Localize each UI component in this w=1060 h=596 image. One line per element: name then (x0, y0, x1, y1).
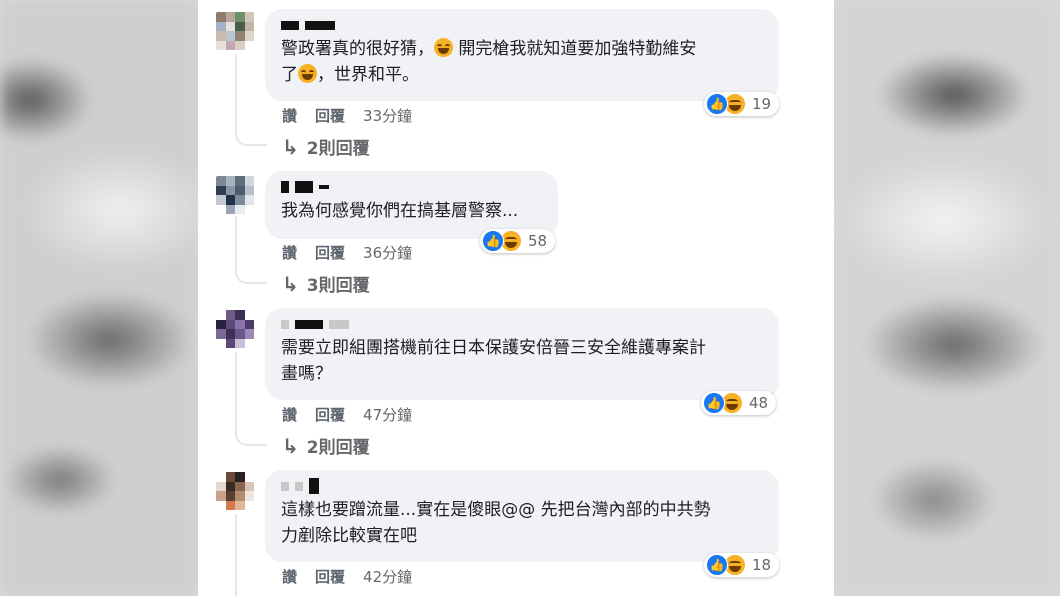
like-link[interactable]: 讚 (282, 105, 297, 126)
replies-count-label: 2則回覆 (306, 139, 370, 159)
reply-link[interactable]: 回覆 (315, 566, 345, 587)
view-replies-button[interactable]: ↳ 2則回覆 (282, 134, 370, 160)
rolling-laugh-emoji-icon (434, 38, 453, 57)
reply-arrow-icon: ↳ (282, 433, 299, 458)
timestamp[interactable]: 36分鐘 (363, 242, 412, 263)
comment-feed: 警政署真的很好猜， 開完槍我就知道要加強特勤維安了，世界和平。 👍 19 讚 回… (198, 0, 834, 596)
reaction-count: 18 (752, 556, 772, 574)
reaction-count: 19 (752, 95, 772, 113)
reaction-summary[interactable]: 👍 19 (704, 92, 780, 116)
comment-text: 警政署真的很好猜， 開完槍我就知道要加強特勤維安了，世界和平。 (281, 38, 697, 85)
like-link[interactable]: 讚 (282, 566, 297, 587)
replies-count-label: 3則回覆 (306, 276, 370, 296)
reply-link[interactable]: 回覆 (315, 242, 345, 263)
comment-text: 這樣也要蹭流量...實在是傻眼@@ 先把台灣內部的中共勢 力剷除比較實在吧 (281, 500, 711, 546)
reaction-summary[interactable]: 👍 58 (480, 229, 556, 253)
reply-link[interactable]: 回覆 (315, 105, 345, 126)
replies-count-label: 2則回覆 (306, 438, 370, 458)
thread-connector (235, 130, 267, 146)
reaction-summary[interactable]: 👍 48 (701, 391, 777, 415)
like-link[interactable]: 讚 (282, 404, 297, 425)
comment-bubble: 這樣也要蹭流量...實在是傻眼@@ 先把台灣內部的中共勢 力剷除比較實在吧 (265, 470, 779, 562)
view-replies-button[interactable]: ↳ 2則回覆 (282, 433, 370, 459)
redacted-author-name[interactable] (281, 180, 544, 194)
comment-text: 需要立即組團搭機前往日本保護安倍晉三安全維護專案計 畫嗎？ (281, 338, 706, 384)
like-reaction-icon: 👍 (706, 554, 728, 576)
thread-line (235, 216, 237, 268)
blurred-background-left (0, 0, 198, 596)
thread-connector (235, 268, 267, 284)
like-reaction-icon: 👍 (482, 230, 504, 252)
view-replies-button[interactable]: ↳ 3則回覆 (282, 271, 370, 297)
redacted-author-name[interactable] (281, 478, 765, 494)
like-link[interactable]: 讚 (282, 242, 297, 263)
thread-line (235, 514, 237, 596)
reply-arrow-icon: ↳ (282, 271, 299, 296)
avatar[interactable] (216, 12, 254, 50)
thread-line (235, 54, 237, 130)
comment-bubble: 需要立即組團搭機前往日本保護安倍晉三安全維護專案計 畫嗎？ (265, 308, 779, 400)
timestamp[interactable]: 33分鐘 (363, 105, 412, 126)
comment-bubble: 警政署真的很好猜， 開完槍我就知道要加強特勤維安了，世界和平。 (265, 9, 779, 101)
thread-connector (235, 430, 267, 446)
timestamp[interactable]: 42分鐘 (363, 566, 412, 587)
comment-actions: 讚 回覆 33分鐘 (282, 105, 412, 126)
reply-link[interactable]: 回覆 (315, 404, 345, 425)
comment-actions: 讚 回覆 47分鐘 (282, 404, 412, 425)
comment-actions: 讚 回覆 42分鐘 (282, 566, 412, 587)
thread-line (235, 352, 237, 430)
reaction-count: 58 (528, 232, 548, 250)
comment-text: 我為何感覺你們在搞基層警察... (281, 201, 519, 221)
avatar[interactable] (216, 310, 254, 348)
comment-actions: 讚 回覆 36分鐘 (282, 242, 412, 263)
like-reaction-icon: 👍 (706, 93, 728, 115)
reply-arrow-icon: ↳ (282, 134, 299, 159)
timestamp[interactable]: 47分鐘 (363, 404, 412, 425)
reaction-summary[interactable]: 👍 18 (704, 553, 780, 577)
redacted-author-name[interactable] (281, 18, 765, 32)
redacted-author-name[interactable] (281, 317, 765, 331)
laughing-emoji-icon (298, 64, 317, 83)
like-reaction-icon: 👍 (703, 392, 725, 414)
reaction-count: 48 (749, 394, 769, 412)
avatar[interactable] (216, 176, 254, 214)
blurred-background-right (834, 0, 1060, 596)
avatar[interactable] (216, 472, 254, 510)
